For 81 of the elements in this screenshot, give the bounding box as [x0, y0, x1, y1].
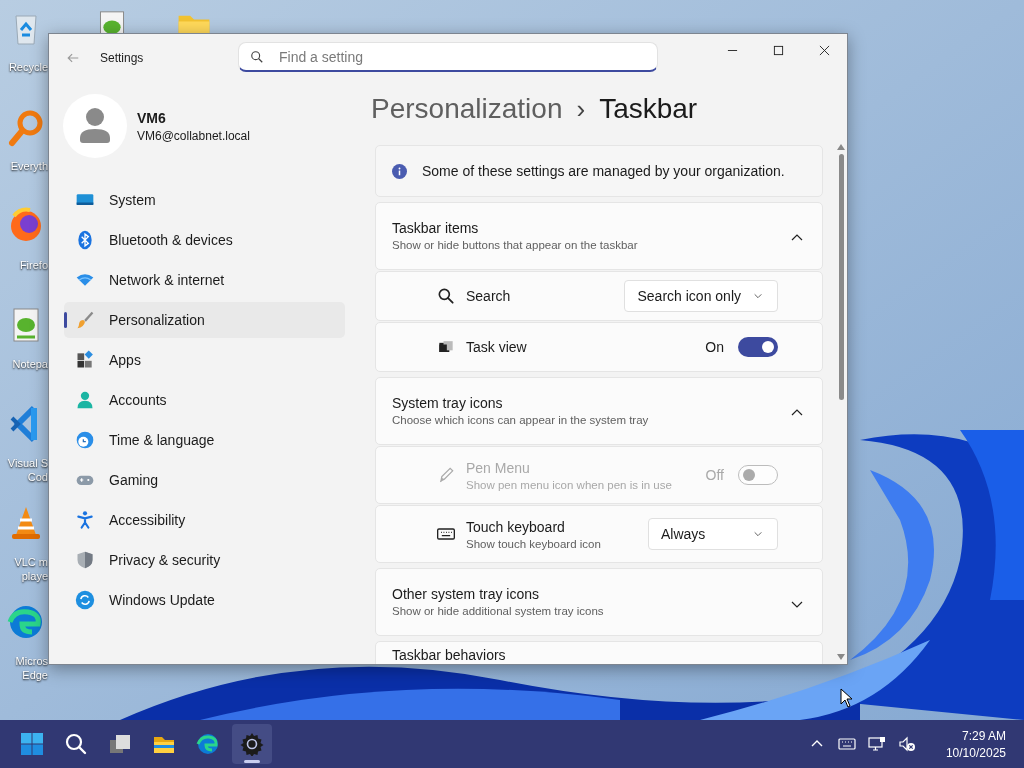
- setting-label: Search: [466, 288, 512, 304]
- section-header[interactable]: Taskbar items Show or hide buttons that appear on the taskbar: [375, 202, 823, 270]
- icon-label: Visual S Cod: [7, 456, 48, 484]
- icon-label: Micros Edge: [15, 654, 48, 682]
- icon-label: VLC m playe: [14, 555, 48, 583]
- avatar: [63, 94, 127, 158]
- sync-icon: [75, 590, 95, 610]
- close-icon: [818, 44, 830, 56]
- info-icon: [392, 163, 407, 179]
- nav-item[interactable]: Bluetooth & devices: [64, 222, 345, 258]
- clock[interactable]: 7:29 AM 10/10/2025: [945, 728, 1006, 760]
- section-title: Taskbar items: [392, 220, 480, 236]
- clock-icon: [75, 430, 95, 450]
- scrollbar-thumb[interactable]: [838, 154, 844, 400]
- search-icon: [250, 50, 264, 64]
- back-arrow-icon[interactable]: [66, 51, 80, 65]
- windows-stack-icon: [108, 732, 132, 756]
- nav-item[interactable]: Network & internet: [64, 262, 345, 298]
- nav-item[interactable]: Personalization: [64, 302, 345, 338]
- browser-icon: [196, 732, 220, 756]
- dropdown[interactable]: Always: [648, 518, 778, 550]
- nav-item[interactable]: Time & language: [64, 422, 345, 458]
- setting-label: Task view: [466, 339, 528, 355]
- nav-item[interactable]: Privacy & security: [64, 542, 345, 578]
- section-subtitle: Show or hide additional system tray icons: [392, 605, 605, 617]
- scroll-up-arrow[interactable]: [837, 144, 845, 150]
- setting-description: Show pen menu icon when pen is in use: [466, 478, 673, 491]
- search-icon: [436, 286, 456, 306]
- nav-item[interactable]: System: [64, 182, 345, 218]
- clock-date: 10/10/2025: [945, 745, 1006, 760]
- section-header[interactable]: Taskbar behaviors: [375, 641, 823, 664]
- maximize-icon: [772, 44, 784, 56]
- clock-time: 7:29 AM: [961, 728, 1006, 743]
- apps-icon: [75, 350, 95, 370]
- icon-label: Everyth: [10, 159, 48, 173]
- page-title: Taskbar: [599, 93, 698, 125]
- chevron-down-icon: [753, 529, 763, 539]
- setting-description: Show touch keyboard icon: [466, 537, 602, 550]
- shield-icon: [75, 550, 95, 570]
- speaker-muted-icon[interactable]: [897, 736, 916, 752]
- search-icon: [64, 732, 88, 756]
- toggle-switch[interactable]: [738, 337, 778, 357]
- gear-icon: [240, 732, 264, 756]
- dropdown[interactable]: Search icon only: [624, 280, 778, 312]
- bluetooth-icon: [75, 230, 95, 250]
- nav-item[interactable]: Accounts: [64, 382, 345, 418]
- chevron-down-icon: [753, 291, 763, 301]
- section-header[interactable]: System tray icons Choose which icons can appear in the system tray: [375, 377, 823, 445]
- nav-item[interactable]: Accessibility: [64, 502, 345, 538]
- windows-logo-icon: [20, 732, 44, 756]
- section-title: System tray icons: [392, 395, 504, 411]
- keyboard-icon[interactable]: [837, 736, 856, 752]
- section-subtitle: Choose which icons can appear in the system tray: [392, 414, 650, 426]
- account-name: VM6: [137, 109, 167, 126]
- network-icon[interactable]: [867, 736, 886, 752]
- person-icon: [75, 390, 95, 410]
- section-subtitle: Show or hide buttons that appear on the taskbar: [392, 239, 639, 251]
- toggle-state: Off: [705, 467, 724, 483]
- search-field[interactable]: Find a setting: [238, 42, 658, 72]
- toggle-state: On: [705, 339, 724, 355]
- accessibility-icon: [75, 510, 95, 530]
- setting-label: Touch keyboard: [466, 518, 566, 535]
- section-title: Taskbar behaviors: [392, 647, 507, 663]
- icon-label: Firefo: [19, 258, 48, 272]
- breadcrumb-parent[interactable]: Personalization: [371, 93, 563, 125]
- settings-button[interactable]: [232, 724, 272, 764]
- nav-item[interactable]: Windows Update: [64, 582, 345, 618]
- notice-text: Some of these settings are managed by your organization.: [422, 163, 785, 179]
- icon-label: Notepa: [12, 357, 48, 371]
- icon-label: Recycle: [8, 60, 48, 74]
- breadcrumb-separator: ›: [576, 93, 586, 125]
- paintbrush-icon: [75, 310, 95, 330]
- window-title: Settings: [100, 51, 144, 65]
- nav-item[interactable]: Apps: [64, 342, 345, 378]
- scroll-down-arrow[interactable]: [837, 654, 845, 660]
- section-header[interactable]: Other system tray icons Show or hide additional system tray icons: [375, 568, 823, 636]
- account-email: VM6@collabnet.local: [137, 128, 250, 143]
- section-title: Other system tray icons: [392, 586, 541, 602]
- nav-item[interactable]: Gaming: [64, 462, 345, 498]
- mouse-cursor: [840, 688, 852, 708]
- setting-label: Pen Menu: [466, 459, 531, 476]
